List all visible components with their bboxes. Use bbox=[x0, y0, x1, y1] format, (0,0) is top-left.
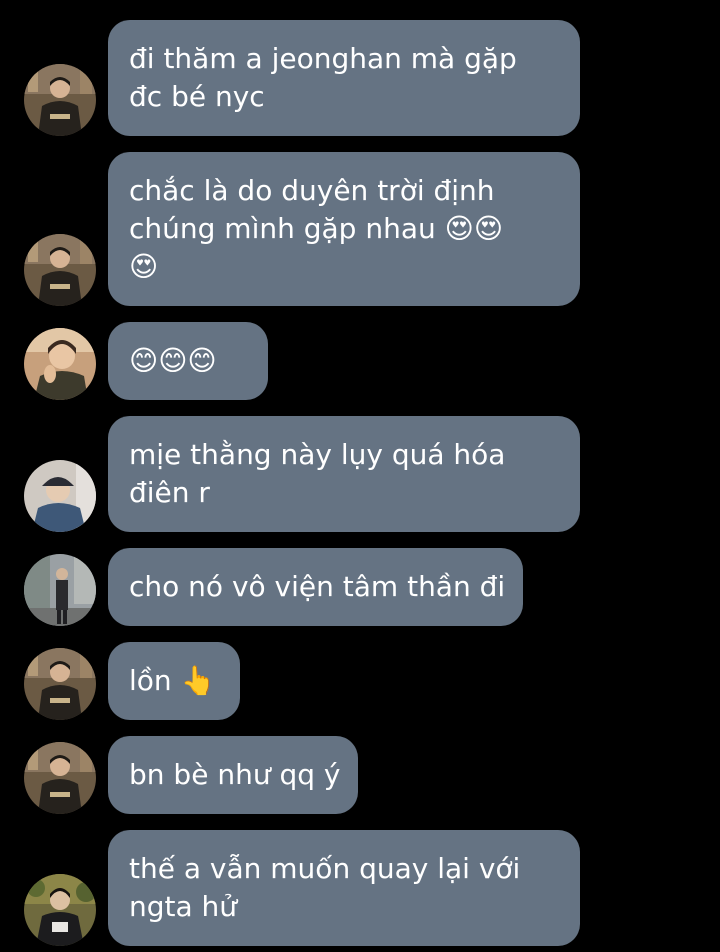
avatar[interactable] bbox=[24, 874, 96, 946]
message-text-line: chắc là do duyên trời định bbox=[129, 174, 495, 207]
avatar[interactable] bbox=[24, 648, 96, 720]
message-text-line: đi thăm a jeonghan mà gặp bbox=[129, 42, 517, 75]
avatar-image bbox=[24, 64, 96, 136]
avatar[interactable] bbox=[24, 64, 96, 136]
avatar-image bbox=[24, 328, 96, 400]
avatar[interactable] bbox=[24, 460, 96, 532]
message-text-line: đc bé nyc bbox=[129, 80, 265, 113]
message-bubble[interactable]: lồn 👆 bbox=[108, 642, 240, 720]
message-text-line: chúng mình gặp nhau 😍😍 bbox=[129, 212, 504, 245]
message-bubble[interactable]: chắc là do duyên trời định chúng mình gặ… bbox=[108, 152, 580, 306]
avatar[interactable] bbox=[24, 742, 96, 814]
avatar-image bbox=[24, 648, 96, 720]
message-text-line: cho nó vô viện tâm thần đi bbox=[129, 570, 506, 603]
message-text-line: mịe thằng này lụy quá hóa bbox=[129, 438, 506, 471]
message-bubble[interactable]: 😊😊😊 bbox=[108, 322, 268, 400]
message-bubble[interactable]: bn bè như qq ý bbox=[108, 736, 358, 814]
avatar-image bbox=[24, 874, 96, 946]
message-text-line: bn bè như qq ý bbox=[129, 758, 341, 791]
avatar[interactable] bbox=[24, 328, 96, 400]
message-text-line: 😍 bbox=[129, 250, 159, 283]
message-bubble[interactable]: thế a vẫn muốn quay lại với ngta hử bbox=[108, 830, 580, 946]
message-text-line: lồn 👆 bbox=[129, 664, 216, 697]
avatar-image bbox=[24, 234, 96, 306]
message-bubble[interactable]: mịe thằng này lụy quá hóa điên r bbox=[108, 416, 580, 532]
avatar-image bbox=[24, 460, 96, 532]
avatar-image bbox=[24, 554, 96, 626]
message-text-line: điên r bbox=[129, 476, 210, 509]
message-bubble[interactable]: đi thăm a jeonghan mà gặp đc bé nyc bbox=[108, 20, 580, 136]
avatar[interactable] bbox=[24, 234, 96, 306]
message-text-line: thế a vẫn muốn quay lại với bbox=[129, 852, 521, 885]
message-bubble[interactable]: cho nó vô viện tâm thần đi bbox=[108, 548, 523, 626]
message-text-line: ngta hử bbox=[129, 890, 238, 923]
avatar[interactable] bbox=[24, 554, 96, 626]
chat-thread: đi thăm a jeonghan mà gặp đc bé nyc chắc… bbox=[0, 0, 720, 952]
message-text-line: 😊😊😊 bbox=[129, 344, 217, 377]
avatar-image bbox=[24, 742, 96, 814]
